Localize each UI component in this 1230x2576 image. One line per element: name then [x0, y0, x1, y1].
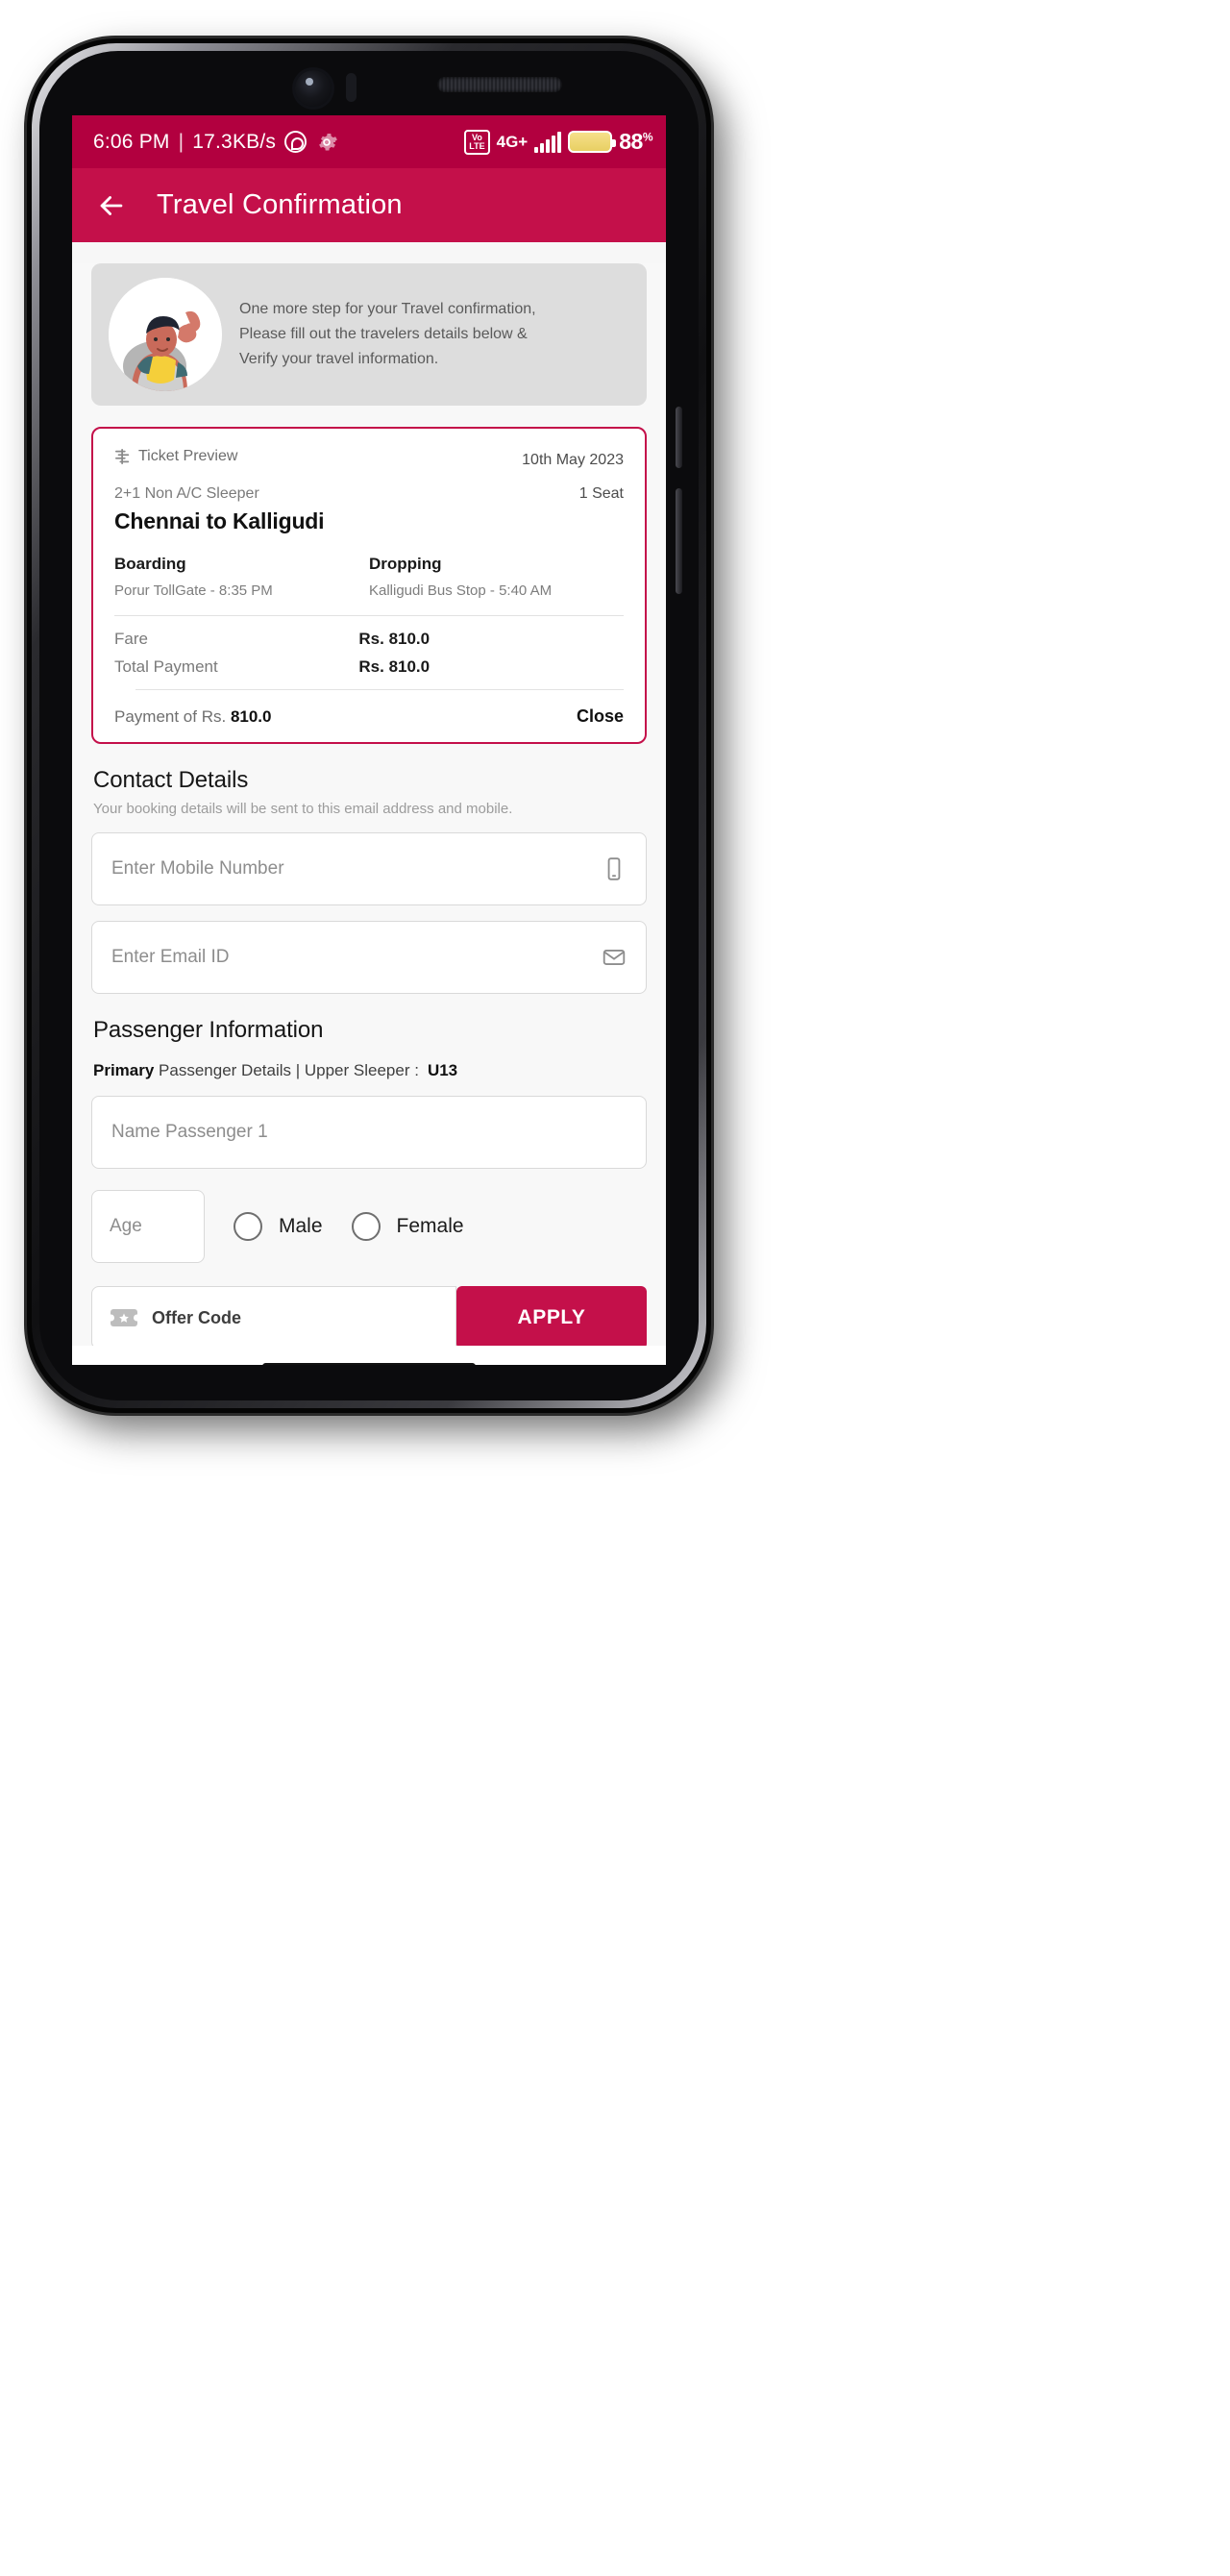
ticket-header-row: Ticket Preview 10th May 2023	[114, 448, 624, 469]
age-input[interactable]	[110, 1216, 186, 1237]
divider-above-fare	[114, 615, 624, 616]
primary-label: Primary	[93, 1061, 155, 1079]
ticket-type-row: 2+1 Non A/C Sleeper 1 Seat	[114, 485, 624, 503]
passenger-name-field[interactable]	[91, 1096, 647, 1169]
age-field[interactable]	[91, 1190, 205, 1263]
journey-date: 10th May 2023	[522, 452, 624, 468]
page-title: Travel Confirmation	[157, 189, 403, 220]
banner-message: One more step for your Travel confirmati…	[239, 297, 536, 372]
bus-seat-icon	[114, 449, 132, 464]
front-camera	[295, 70, 332, 107]
fare-value: Rs. 810.0	[358, 630, 430, 648]
payment-amount: 810.0	[230, 706, 272, 726]
whatsapp-icon	[284, 131, 308, 153]
volte-badge: Vo LTE	[464, 129, 490, 155]
email-field[interactable]	[91, 921, 647, 994]
battery-percent: 88%	[619, 129, 652, 154]
ticket-preview-card: Ticket Preview 10th May 2023 2+1 Non A/C…	[91, 427, 647, 744]
network-type-label: 4G+	[496, 132, 529, 151]
banner-line-1: One more step for your Travel confirmati…	[239, 301, 536, 318]
envelope-icon	[602, 945, 627, 970]
contact-details-subtitle: Your booking details will be sent to thi…	[93, 801, 513, 817]
proximity-sensor	[346, 73, 357, 102]
boarding-heading: Boarding	[114, 555, 186, 573]
boarding-column: Boarding Porur TollGate - 8:35 PM	[114, 555, 369, 599]
volte-bottom-text: LTE	[469, 140, 485, 151]
mobile-phone-icon	[602, 856, 627, 881]
bus-type: 2+1 Non A/C Sleeper	[114, 485, 259, 502]
status-separator: |	[178, 130, 184, 153]
mobile-input[interactable]	[111, 858, 602, 879]
total-payment-label: Total Payment	[114, 657, 218, 676]
male-label: Male	[279, 1215, 323, 1237]
phone-screen: 6:06 PM | 17.3KB/s Vo LTE 4G+ 88% Travel…	[72, 115, 666, 1365]
power-button[interactable]	[676, 407, 682, 468]
apply-button[interactable]: APPLY	[456, 1286, 647, 1350]
payment-summary-row: Payment of Rs. 810.0 Close	[114, 706, 624, 727]
fare-label: Fare	[114, 630, 148, 648]
mobile-number-field[interactable]	[91, 832, 647, 905]
signal-bars-icon	[534, 131, 562, 153]
illustration-avatar	[109, 278, 222, 391]
gesture-navigation-bar	[72, 1346, 666, 1365]
passenger-information-title: Passenger Information	[93, 1017, 324, 1043]
status-bar-left: 6:06 PM | 17.3KB/s	[93, 131, 338, 154]
ticket-preview-label-wrap: Ticket Preview	[114, 448, 237, 465]
status-data-speed: 17.3KB/s	[192, 130, 277, 153]
seat-count: 1 Seat	[578, 485, 624, 502]
dropping-point: Kalligudi Bus Stop - 5:40 AM	[369, 582, 553, 599]
passenger-detail-label: Passenger Details | Upper Sleeper :	[154, 1061, 419, 1079]
earpiece-speaker	[437, 77, 562, 92]
gender-male-option[interactable]: Male	[234, 1212, 323, 1241]
contact-details-title: Contact Details	[93, 767, 249, 793]
offer-code-input[interactable]	[152, 1307, 438, 1328]
offer-ticket-icon	[108, 1306, 140, 1329]
passenger-name-input[interactable]	[111, 1122, 627, 1143]
gender-female-option[interactable]: Female	[351, 1212, 464, 1241]
app-bar: Travel Confirmation	[72, 168, 666, 242]
offer-code-field[interactable]	[91, 1286, 456, 1350]
banner-line-3: Verify your travel information.	[239, 350, 439, 367]
total-payment-row: Total Payment Rs. 810.0	[114, 657, 624, 677]
boarding-dropping-grid: Boarding Porur TollGate - 8:35 PM Droppi…	[114, 555, 624, 599]
female-radio-button[interactable]	[351, 1212, 381, 1241]
female-label: Female	[396, 1215, 464, 1237]
volume-button[interactable]	[676, 488, 682, 594]
boarding-point: Porur TollGate - 8:35 PM	[114, 582, 273, 599]
status-time: 6:06 PM	[93, 130, 170, 153]
close-button[interactable]: Close	[577, 706, 624, 727]
gesture-pill[interactable]	[262, 1362, 476, 1365]
info-banner: One more step for your Travel confirmati…	[91, 263, 647, 406]
dropping-heading: Dropping	[369, 555, 442, 573]
primary-passenger-line: Primary Passenger Details | Upper Sleepe…	[93, 1061, 666, 1080]
total-payment-value: Rs. 810.0	[358, 657, 430, 676]
email-input[interactable]	[111, 947, 602, 968]
age-gender-row: Male Female	[91, 1190, 647, 1263]
divider-above-payment	[135, 689, 624, 690]
offer-code-row: APPLY	[91, 1286, 647, 1350]
fare-block: Fare Rs. 810.0 Total Payment Rs. 810.0	[114, 630, 624, 677]
back-arrow-icon[interactable]	[95, 189, 128, 222]
seat-number: U13	[427, 1061, 458, 1079]
status-bar-right: Vo LTE 4G+ 88%	[464, 129, 653, 155]
male-radio-button[interactable]	[234, 1212, 262, 1241]
fare-row: Fare Rs. 810.0	[114, 630, 624, 649]
payment-text: Payment of Rs. 810.0	[114, 706, 272, 726]
ticket-preview-label: Ticket Preview	[138, 448, 238, 464]
scroll-content[interactable]: One more step for your Travel confirmati…	[72, 263, 666, 1365]
screenshot-stage: 6:06 PM | 17.3KB/s Vo LTE 4G+ 88% Travel…	[0, 0, 1230, 2576]
status-bar: 6:06 PM | 17.3KB/s Vo LTE 4G+ 88%	[72, 115, 666, 168]
gear-icon	[315, 131, 338, 154]
banner-line-2: Please fill out the travelers details be…	[239, 326, 528, 343]
route-title: Chennai to Kalligudi	[114, 508, 325, 533]
battery-icon	[568, 131, 617, 153]
dropping-column: Dropping Kalligudi Bus Stop - 5:40 AM	[369, 555, 624, 599]
